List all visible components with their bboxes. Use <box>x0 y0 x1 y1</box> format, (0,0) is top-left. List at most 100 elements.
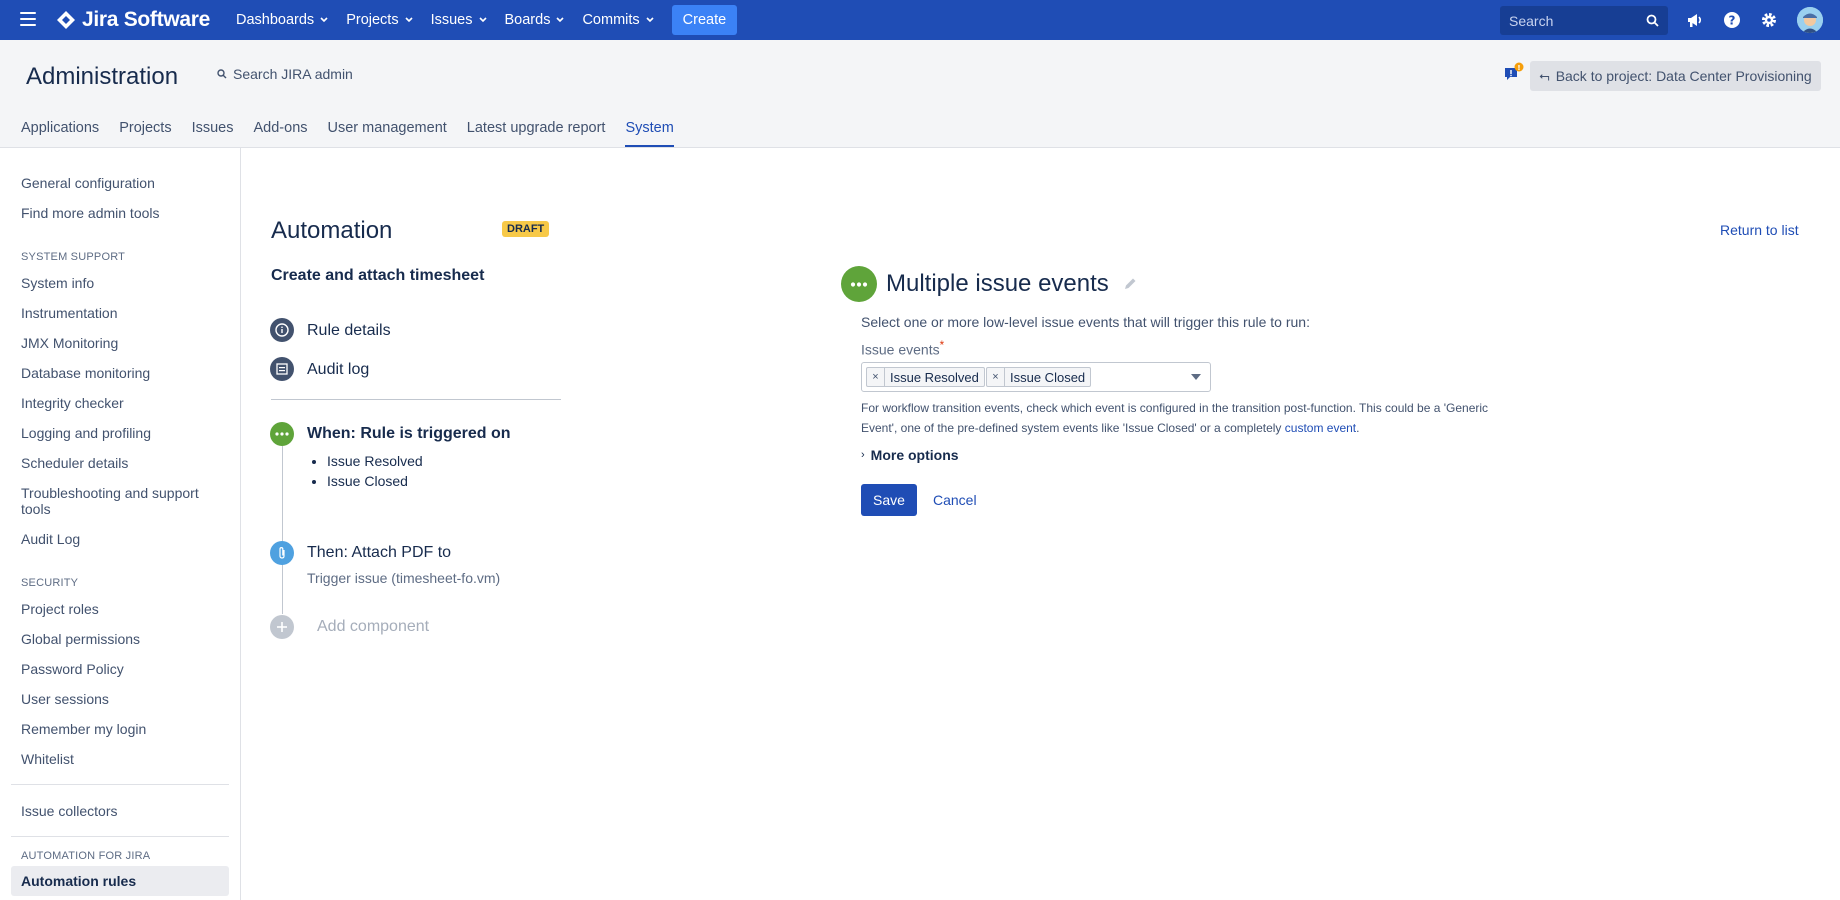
help-icon[interactable]: ? <box>1723 11 1741 29</box>
nav-commits[interactable]: Commits <box>582 12 654 28</box>
nav-boards[interactable]: Boards <box>505 12 565 28</box>
settings-icon[interactable] <box>1760 11 1778 29</box>
return-to-list-link[interactable]: Return to list <box>1720 222 1799 238</box>
add-component-link[interactable]: Add component <box>317 618 429 636</box>
info-icon[interactable] <box>270 318 294 342</box>
audit-log-link[interactable]: Audit log <box>307 361 369 379</box>
feedback-icon[interactable]: ! <box>1502 62 1524 84</box>
svg-text:?: ? <box>1729 14 1736 28</box>
sidebar-item-scheduler-details[interactable]: Scheduler details <box>21 455 128 471</box>
chevron-down-icon <box>556 17 565 23</box>
issue-events-label-text: Issue events <box>861 341 940 358</box>
save-button[interactable]: Save <box>861 484 917 516</box>
paperclip-icon <box>279 546 285 559</box>
remove-chip-icon[interactable]: × <box>987 368 1005 386</box>
chevron-down-icon <box>405 17 413 23</box>
sidebar-item-audit-log[interactable]: Audit Log <box>21 531 80 547</box>
nav-boards-label: Boards <box>504 12 551 28</box>
megaphone-icon[interactable] <box>1686 11 1704 29</box>
create-button[interactable]: Create <box>671 5 738 35</box>
jira-logo[interactable]: Jira Software <box>56 8 210 32</box>
sidebar-item-general-configuration[interactable]: General configuration <box>21 175 155 191</box>
tab-applications[interactable]: Applications <box>21 120 99 147</box>
help-text-end: . <box>1356 421 1360 435</box>
more-options-label: More options <box>870 447 959 463</box>
sidebar-item-whitelist[interactable]: Whitelist <box>21 751 74 767</box>
sidebar-heading-system-support: SYSTEM SUPPORT <box>21 251 126 263</box>
sidebar-item-system-info[interactable]: System info <box>21 275 94 291</box>
custom-event-link[interactable]: custom event <box>1285 421 1356 435</box>
sidebar-item-instrumentation[interactable]: Instrumentation <box>21 305 118 321</box>
sidebar-item-user-sessions[interactable]: User sessions <box>21 691 109 707</box>
when-step-label[interactable]: When: Rule is triggered on <box>307 425 511 443</box>
help-text-body: For workflow transition events, check wh… <box>861 401 1489 435</box>
back-arrow-icon: ⮢ <box>1539 68 1550 83</box>
nav-issues[interactable]: Issues <box>431 12 487 28</box>
sidebar-divider <box>11 784 229 785</box>
avatar[interactable] <box>1797 7 1823 33</box>
chevron-right-icon: › <box>861 449 865 461</box>
sidebar-item-database-monitoring[interactable]: Database monitoring <box>21 365 150 381</box>
sidebar-item-logging-and-profiling[interactable]: Logging and profiling <box>21 425 151 441</box>
sidebar-item-troubleshooting[interactable]: Troubleshooting and support tools <box>21 485 221 517</box>
logo-text: Jira Software <box>82 8 210 31</box>
menu-icon[interactable] <box>20 12 36 26</box>
automation-title: Automation <box>271 217 393 244</box>
sidebar-item-project-roles[interactable]: Project roles <box>21 601 99 617</box>
then-step-detail: Trigger issue (timesheet-fo.vm) <box>307 570 501 586</box>
required-mark: * <box>939 339 945 352</box>
help-text: For workflow transition events, check wh… <box>861 398 1501 438</box>
chevron-down-icon[interactable] <box>1191 374 1201 380</box>
top-navigation: Jira Software Dashboards Projects Issues… <box>0 0 1840 40</box>
trigger-icon <box>841 266 877 302</box>
list-item: Issue Closed <box>327 471 423 491</box>
tab-projects[interactable]: Projects <box>119 120 171 147</box>
sidebar-item-password-policy[interactable]: Password Policy <box>21 661 124 677</box>
trigger-events-list: Issue Resolved Issue Closed <box>327 451 423 491</box>
sidebar-item-jmx-monitoring[interactable]: JMX Monitoring <box>21 335 118 351</box>
issue-events-select[interactable]: × Issue Resolved × Issue Closed <box>861 362 1211 392</box>
pencil-icon[interactable] <box>1122 276 1138 292</box>
more-options-toggle[interactable]: › More options <box>861 447 959 463</box>
audit-log-icon[interactable] <box>270 357 294 381</box>
sidebar-heading-automation: AUTOMATION FOR JIRA <box>21 850 151 862</box>
list-item: Issue Resolved <box>327 451 423 471</box>
sidebar-item-automation-rules[interactable]: Automation rules <box>21 873 136 889</box>
attachment-step-icon[interactable] <box>270 541 294 565</box>
avatar-icon <box>1797 7 1823 33</box>
left-panel-divider <box>271 399 561 400</box>
trigger-description: Select one or more low-level issue event… <box>861 314 1310 330</box>
tab-system[interactable]: System <box>625 120 674 147</box>
back-to-project-button[interactable]: ⮢ Back to project: Data Center Provision… <box>1530 61 1821 91</box>
sidebar-item-global-permissions[interactable]: Global permissions <box>21 631 140 647</box>
draft-badge: DRAFT <box>502 221 550 237</box>
jira-logo-icon <box>57 11 75 29</box>
remove-chip-icon[interactable]: × <box>867 368 885 386</box>
sidebar-item-issue-collectors[interactable]: Issue collectors <box>21 803 117 819</box>
tab-user-management[interactable]: User management <box>328 120 447 147</box>
admin-sidebar: General configuration Find more admin to… <box>0 148 241 900</box>
nav-dashboards[interactable]: Dashboards <box>236 12 328 28</box>
nav-projects-label: Projects <box>346 12 399 28</box>
tab-issues[interactable]: Issues <box>192 120 234 147</box>
chip-issue-resolved: × Issue Resolved <box>866 367 985 387</box>
admin-tabs: Applications Projects Issues Add-ons Use… <box>21 120 694 147</box>
nav-projects[interactable]: Projects <box>346 12 413 28</box>
ellipsis-icon <box>850 281 868 287</box>
sidebar-item-remember-my-login[interactable]: Remember my login <box>21 721 146 737</box>
list-glyph <box>276 363 288 375</box>
cancel-button[interactable]: Cancel <box>933 492 977 508</box>
sidebar-item-integrity-checker[interactable]: Integrity checker <box>21 395 124 411</box>
rule-details-link[interactable]: Rule details <box>307 322 391 340</box>
issue-events-label: Issue events* <box>861 339 944 358</box>
trigger-step-icon[interactable] <box>270 422 294 446</box>
sidebar-item-find-more-admin-tools[interactable]: Find more admin tools <box>21 205 160 221</box>
tab-add-ons[interactable]: Add-ons <box>254 120 308 147</box>
add-component-icon[interactable] <box>270 615 294 639</box>
tab-latest-upgrade-report[interactable]: Latest upgrade report <box>467 120 606 147</box>
then-step-label[interactable]: Then: Attach PDF to <box>307 544 451 562</box>
notification-count: ! <box>1517 64 1520 72</box>
search-placeholder: Search <box>1509 13 1554 29</box>
search-input[interactable]: Search <box>1500 6 1668 35</box>
admin-search[interactable]: Search JIRA admin <box>217 66 353 82</box>
